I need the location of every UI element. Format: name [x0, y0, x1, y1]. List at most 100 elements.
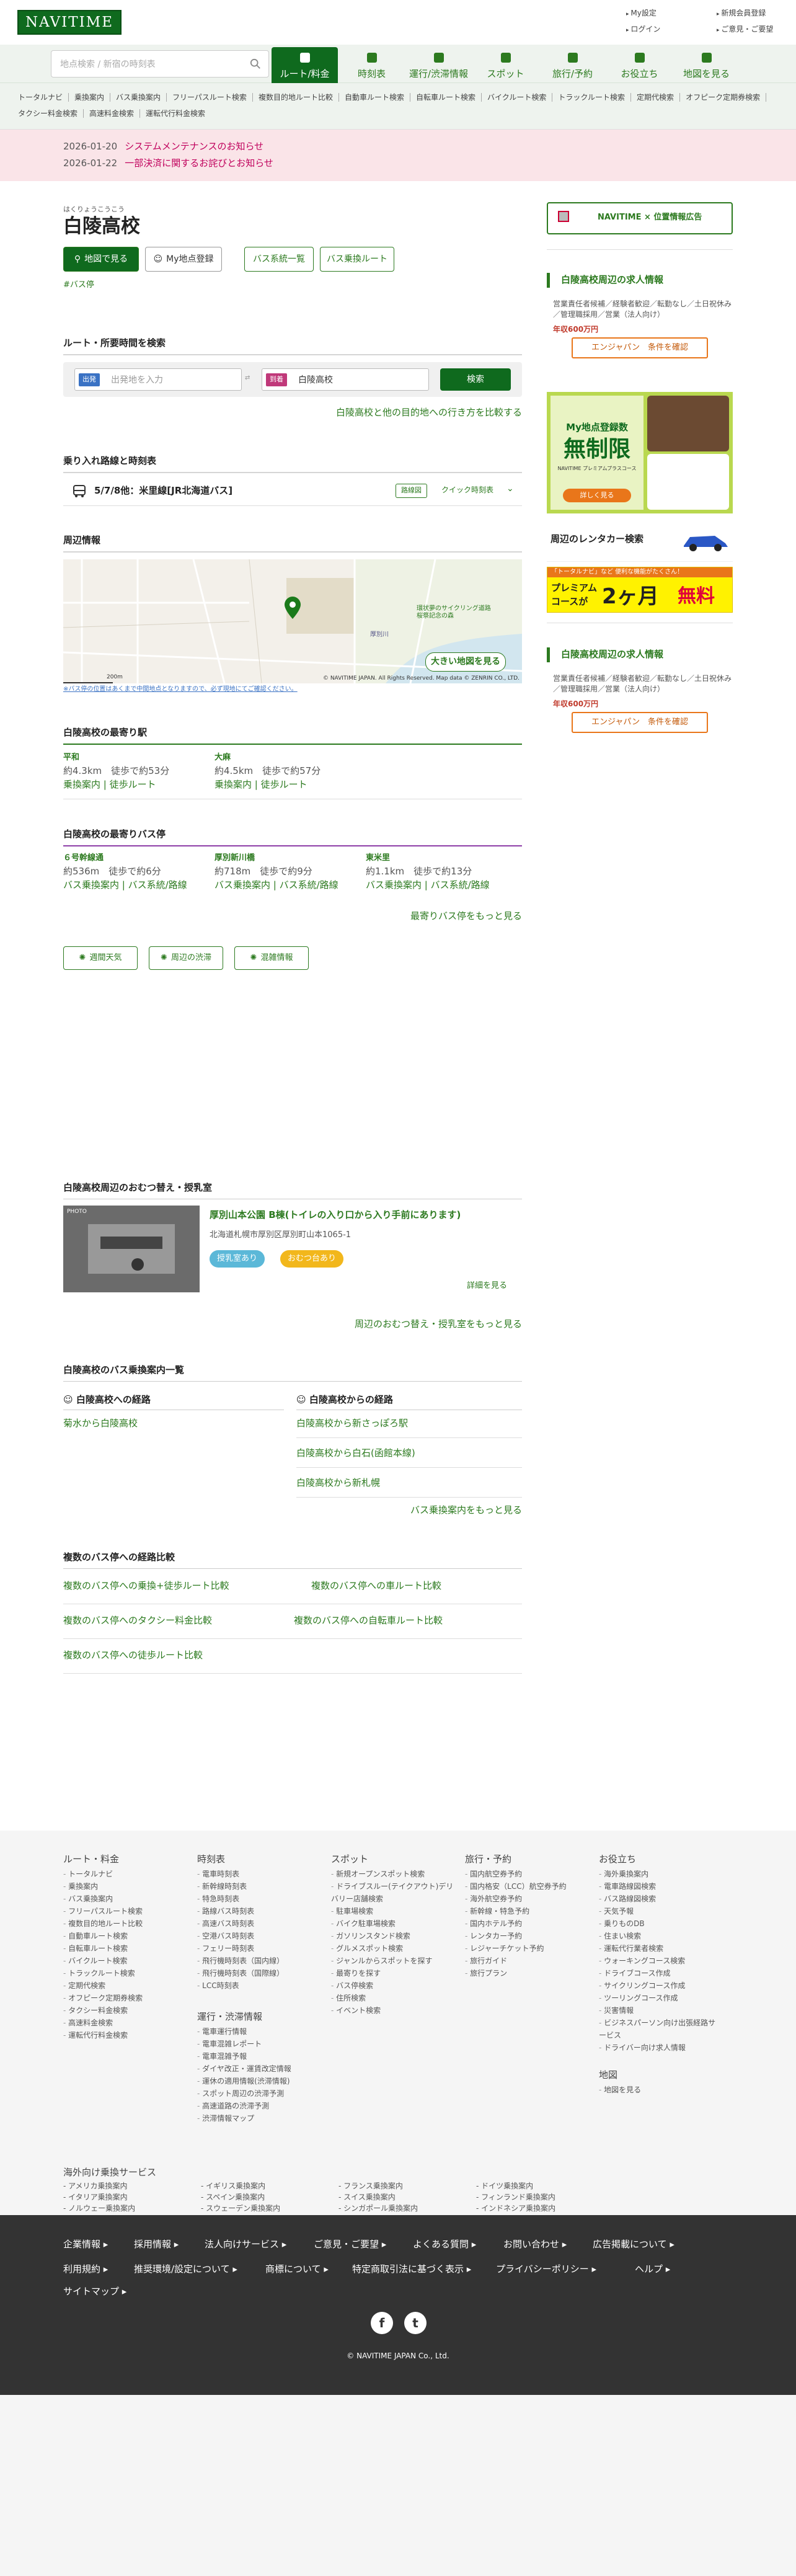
footer-link[interactable]: 高速バス時刻表 [197, 1917, 321, 1930]
premium-ad-button[interactable]: 詳しく見る [563, 489, 631, 502]
footer-link[interactable]: レンタカー予約 [465, 1930, 589, 1942]
footer-link[interactable]: 旅行プラン [465, 1967, 589, 1979]
footer-link[interactable]: フリーパスルート検索 [63, 1905, 187, 1917]
footer-bottom-link[interactable]: 採用情報 ▸ [134, 2237, 179, 2252]
footer-link[interactable]: LCC時刻表 [197, 1979, 321, 1992]
footer-link[interactable]: ツーリングコース作成 [599, 1992, 723, 2004]
station-links[interactable]: 乗換案内 | 徒歩ルート [63, 778, 156, 792]
footer-link[interactable]: イベント検索 [331, 2004, 455, 2017]
tab-0[interactable]: ルート/料金 [272, 47, 338, 83]
subnav-item[interactable]: オフピーク定期券検索 [680, 93, 767, 102]
top-link[interactable]: ご意見・ご要望 [717, 24, 773, 35]
tab-1[interactable]: 時刻表 [338, 47, 405, 83]
footer-link[interactable]: 新規オープンスポット検索 [331, 1868, 455, 1880]
footer-link[interactable]: バス停検索 [331, 1979, 455, 1992]
footer-link[interactable]: 運転代行業者検索 [599, 1942, 723, 1955]
nursing-photo[interactable]: PHOTO [63, 1206, 200, 1292]
bus-transfer-button[interactable]: バス乗換ルート [320, 247, 394, 272]
compare-link[interactable]: 複数のバス停への乗換+徒歩ルート比較 [63, 1579, 229, 1593]
station-name[interactable]: 大麻 [214, 752, 231, 764]
premium-free-ad[interactable]: 「トータルナビ」など 便利な機能がたくさん！ プレミアム コースが 2ヶ月 無料 [547, 567, 733, 613]
tab-4[interactable]: 旅行/予約 [539, 47, 606, 83]
compare-link[interactable]: 複数のバス停へのタクシー料金比較 [63, 1614, 212, 1628]
footer-link[interactable]: 国内格安（LCC）航空券予約 [465, 1880, 589, 1893]
nursing-detail-link[interactable]: 詳細を見る [467, 1280, 507, 1292]
footer-link[interactable]: バス乗換案内 [63, 1893, 187, 1905]
from-route-link[interactable]: 白陵高校から新さっぽろ駅 [296, 1416, 408, 1431]
footer-link[interactable]: 旅行ガイド [465, 1955, 589, 1967]
overseas-link[interactable]: - スペイン乗換案内 [201, 2192, 265, 2203]
top-link[interactable]: My設定 [626, 7, 656, 19]
footer-link[interactable]: 天気予報 [599, 1905, 723, 1917]
overseas-link[interactable]: - ノルウェー乗換案内 [63, 2203, 135, 2214]
big-map-button[interactable]: 大きい地図を見る [425, 652, 506, 672]
footer-link[interactable]: 特急時刻表 [197, 1893, 321, 1905]
bus-stop-links[interactable]: バス乗換案内 | バス系統/路線 [366, 878, 490, 892]
tab-2[interactable]: 運行/渋滞情報 [405, 47, 472, 83]
route-map-button[interactable]: 路線図 [396, 484, 427, 498]
station-name[interactable]: 平和 [63, 752, 79, 764]
overseas-link[interactable]: - インドネシア乗換案内 [476, 2203, 555, 2214]
subnav-item[interactable]: 定期代検索 [631, 93, 681, 102]
footer-link[interactable]: 運転代行料金検索 [63, 2029, 187, 2041]
footer-link[interactable]: ウォーキングコース検索 [599, 1955, 723, 1967]
map-view-button[interactable]: ⚲ 地図で見る [63, 247, 139, 272]
footer-bottom-link[interactable]: よくある質問 ▸ [413, 2237, 476, 2252]
subnav-item[interactable]: トラックルート検索 [552, 93, 632, 102]
station-links[interactable]: 乗換案内 | 徒歩ルート [214, 778, 307, 792]
bus-stop-name[interactable]: 厚別新川橋 [214, 852, 255, 864]
footer-link[interactable]: 渋滞情報マップ [197, 2112, 321, 2125]
footer-link[interactable]: ガソリンスタンド検索 [331, 1930, 455, 1942]
compare-link[interactable]: 複数のバス停への車ルート比較 [311, 1579, 441, 1593]
footer-link[interactable]: 国内航空券予約 [465, 1868, 589, 1880]
footer-link[interactable]: 複数目的地ルート比較 [63, 1917, 187, 1930]
footer-bottom-link[interactable]: お問い合わせ ▸ [503, 2237, 567, 2252]
overseas-link[interactable]: - ドイツ乗換案内 [476, 2180, 533, 2192]
footer-link[interactable]: 空港バス時刻表 [197, 1930, 321, 1942]
footer-link[interactable]: 電車混雑予報 [197, 2050, 321, 2063]
bus-stop-links[interactable]: バス乗換案内 | バス系統/路線 [63, 878, 187, 892]
my-spot-button[interactable]: ☺ My地点登録 [145, 247, 222, 272]
footer-link[interactable]: 自転車ルート検索 [63, 1942, 187, 1955]
subnav-item[interactable]: フリーパスルート検索 [167, 93, 253, 102]
notice-link[interactable]: 一部決済に関するお詫びとお知らせ [125, 158, 273, 169]
footer-link[interactable]: 電車混雑レポート [197, 2038, 321, 2050]
footer-bottom-link[interactable]: 法人向けサービス ▸ [205, 2237, 286, 2252]
footer-link[interactable]: バス路線図検索 [599, 1893, 723, 1905]
footer-link[interactable]: 新幹線時刻表 [197, 1880, 321, 1893]
footer-bottom-link[interactable]: 企業情報 ▸ [63, 2237, 108, 2252]
overseas-link[interactable]: - アメリカ乗換案内 [63, 2180, 128, 2192]
notice-link[interactable]: システムメンテナンスのお知らせ [125, 141, 263, 152]
from-route-link[interactable]: 白陵高校から白石(函館本線) [296, 1446, 415, 1460]
swap-button[interactable]: ⇄ [245, 373, 250, 383]
bus-list-button[interactable]: バス系統一覧 [244, 247, 314, 272]
from-route-link[interactable]: 白陵高校から新札幌 [296, 1476, 380, 1490]
footer-bottom-link[interactable]: ご意見・ご要望 ▸ [314, 2237, 386, 2252]
footer-bottom-link[interactable]: サイトマップ ▸ [63, 2285, 126, 2299]
premium-ad[interactable]: My地点登録数 無制限 NAVITIME プレミアムプラスコース 詳しく見る [547, 392, 733, 513]
footer-link[interactable]: 電車運行情報 [197, 2025, 321, 2038]
navitime-logo[interactable]: NAVITIME [17, 10, 122, 35]
to-route-link[interactable]: 菊水から白陵高校 [63, 1416, 138, 1431]
overseas-link[interactable]: - スウェーデン乗換案内 [201, 2203, 280, 2214]
more-bus-stops-link[interactable]: 最寄りバス停をもっと見る [410, 909, 522, 923]
overseas-link[interactable]: - フランス乗換案内 [338, 2180, 403, 2192]
nursing-spot-name[interactable]: 厚別山本公園 B棟(トイレの入り口から入り手前にあります) [210, 1208, 461, 1222]
overseas-link[interactable]: - フィンランド乗換案内 [476, 2192, 555, 2203]
footer-link[interactable]: 路線バス時刻表 [197, 1905, 321, 1917]
map-canvas[interactable]: 環状夢のサイクリング道路 桜祭記念の森 厚別川 大きい地図を見る 200m © … [63, 559, 522, 683]
footer-link[interactable]: 電車路線図検索 [599, 1880, 723, 1893]
subnav-item[interactable]: トータルナビ [12, 93, 69, 102]
footer-link[interactable]: 地図を見る [599, 2084, 723, 2096]
footer-link[interactable]: サイクリングコース作成 [599, 1979, 723, 1992]
top-link[interactable]: 新規会員登録 [717, 7, 766, 19]
top-link[interactable]: ログイン [626, 24, 660, 35]
more-nursing-link[interactable]: 周辺のおむつ替え・授乳室をもっと見る [355, 1317, 522, 1331]
footer-link[interactable]: ジャンルからスポットを探す [331, 1955, 455, 1967]
footer-link[interactable]: 高速料金検索 [63, 2017, 187, 2029]
subnav-item[interactable]: 高速料金検索 [84, 109, 141, 118]
footer-link[interactable]: ドライバー向け求人情報 [599, 2041, 723, 2054]
job-check-button-2[interactable]: エンジャパン 条件を確認 [572, 712, 708, 733]
bus-stop-name[interactable]: 東米里 [366, 852, 390, 864]
spot-search-input[interactable]: 地点検索 / 新宿の時刻表 [51, 50, 269, 78]
